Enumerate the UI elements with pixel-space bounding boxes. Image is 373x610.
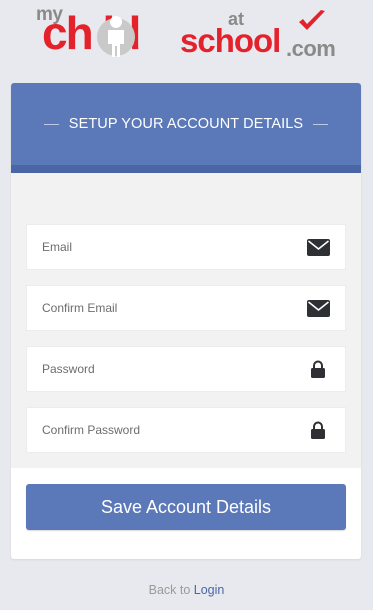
logo-child-figure-icon	[97, 16, 135, 57]
login-link[interactable]: Login	[194, 583, 225, 597]
confirm-password-field[interactable]	[27, 408, 297, 452]
email-field-wrapper	[26, 224, 346, 270]
lock-icon	[306, 408, 330, 452]
logo-school-text: school	[180, 22, 281, 59]
title-divider-right	[313, 123, 329, 125]
card-title: SETUP YOUR ACCOUNT DETAILS	[68, 116, 304, 132]
account-setup-card: SETUP YOUR ACCOUNT DETAILS Email Confirm…	[11, 83, 361, 559]
password-field[interactable]	[27, 347, 297, 391]
logo-checkmark-icon	[299, 10, 325, 30]
title-divider-left	[43, 123, 59, 125]
back-to-text: Back to	[148, 583, 191, 597]
envelope-icon	[306, 286, 330, 330]
card-title-row: SETUP YOUR ACCOUNT DETAILS	[11, 116, 361, 132]
confirm-email-field-wrapper	[26, 285, 346, 331]
site-logo: my ch ld at school .com	[0, 0, 373, 70]
back-to-login: Back to Login	[0, 583, 373, 597]
form-area	[11, 173, 361, 468]
confirm-password-field-wrapper	[26, 407, 346, 453]
save-account-details-button[interactable]: Save Account Details	[26, 484, 346, 530]
confirm-email-field[interactable]	[27, 286, 297, 330]
envelope-icon	[306, 225, 330, 269]
lock-icon	[306, 347, 330, 391]
email-field[interactable]	[27, 225, 297, 269]
password-field-wrapper	[26, 346, 346, 392]
card-header: SETUP YOUR ACCOUNT DETAILS	[11, 83, 361, 173]
logo-com-text: .com	[286, 36, 336, 61]
